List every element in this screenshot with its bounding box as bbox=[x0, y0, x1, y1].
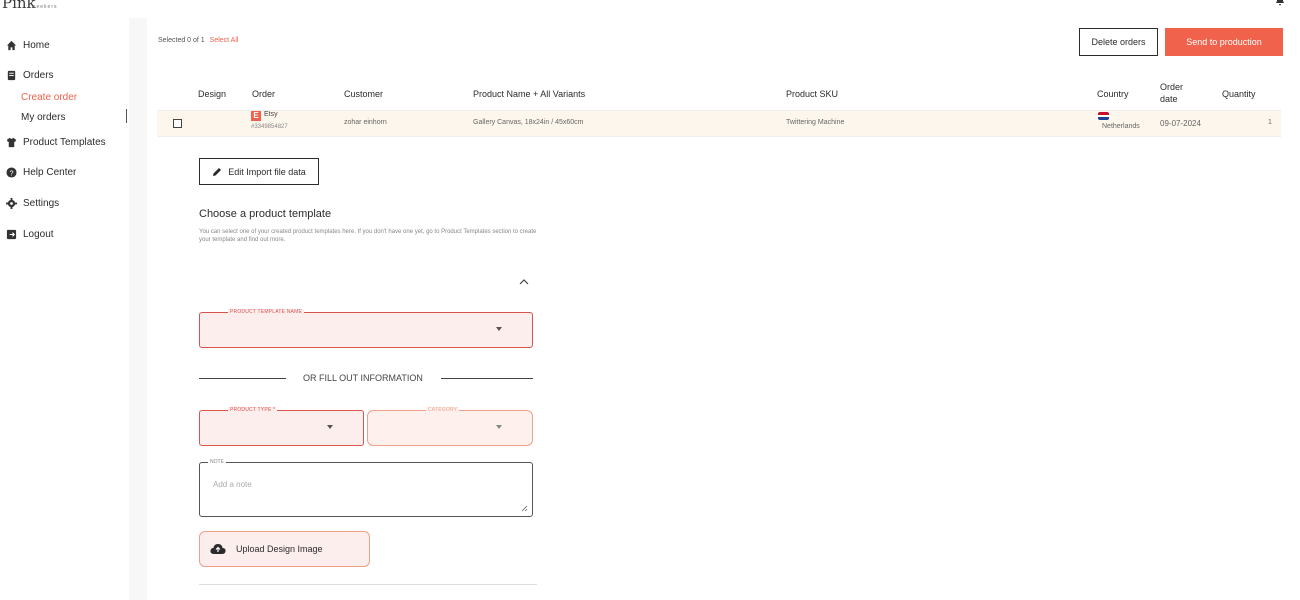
top-bar: Pink seekers bbox=[0, 0, 1300, 18]
divider-right bbox=[441, 378, 533, 379]
active-indicator bbox=[126, 109, 127, 123]
sidebar-item-label: Settings bbox=[23, 198, 60, 209]
product-type-label: PRODUCT TYPE * bbox=[228, 407, 278, 413]
note-field[interactable]: NOTE bbox=[199, 459, 533, 517]
country: Netherlands bbox=[1102, 123, 1140, 130]
sidebar-item-settings[interactable]: Settings bbox=[6, 198, 59, 209]
section-title: Choose a product template bbox=[199, 208, 332, 220]
sidebar-item-product-templates[interactable]: Product Templates bbox=[6, 137, 106, 148]
sidebar-item-label: Home bbox=[23, 40, 50, 51]
tshirt-icon bbox=[6, 137, 17, 148]
product-name: Gallery Canvas, 18x24in / 45x60cm bbox=[473, 119, 584, 126]
row-checkbox[interactable] bbox=[173, 119, 182, 128]
edit-import-button[interactable]: Edit Import file data bbox=[199, 158, 319, 185]
gear-icon bbox=[6, 198, 17, 209]
pencil-icon bbox=[213, 167, 222, 176]
selection-status: Selected 0 of 1 Select All bbox=[158, 37, 238, 44]
logout-icon bbox=[6, 229, 17, 240]
bell-icon[interactable] bbox=[1274, 0, 1286, 6]
header-order-date-line2[interactable]: date bbox=[1160, 94, 1178, 104]
send-to-production-button[interactable]: Send to production bbox=[1165, 28, 1283, 56]
orders-icon bbox=[7, 70, 16, 81]
edit-import-label: Edit Import file data bbox=[228, 166, 306, 177]
sidebar: Home Orders Create order My orders Produ… bbox=[0, 18, 129, 600]
sidebar-item-help-center[interactable]: ? Help Center bbox=[6, 167, 76, 178]
divider-bottom bbox=[199, 584, 537, 585]
header-product-name[interactable]: Product Name + All Variants bbox=[473, 89, 585, 99]
home-icon bbox=[6, 40, 17, 51]
or-fill-label: OR FILL OUT INFORMATION bbox=[303, 373, 423, 383]
quantity: 1 bbox=[1268, 119, 1272, 126]
product-template-label: PRODUCT TEMPLATE NAME bbox=[228, 309, 304, 315]
upload-design-button[interactable]: Upload Design Image bbox=[199, 531, 370, 567]
help-icon: ? bbox=[6, 167, 17, 178]
chevron-down-icon bbox=[496, 425, 502, 429]
sidebar-item-label: Logout bbox=[23, 229, 54, 240]
sidebar-item-logout[interactable]: Logout bbox=[6, 229, 54, 240]
logo[interactable]: Pink bbox=[2, 0, 36, 12]
select-all-link[interactable]: Select All bbox=[210, 37, 239, 44]
product-sku: Twittering Machine bbox=[786, 119, 845, 126]
sidebar-item-label: Product Templates bbox=[23, 137, 106, 148]
selected-count: Selected 0 of 1 bbox=[158, 37, 205, 44]
chevron-down-icon bbox=[496, 327, 502, 331]
header-quantity[interactable]: Quantity bbox=[1222, 89, 1256, 99]
order-date: 09-07-2024 bbox=[1160, 119, 1201, 128]
sidebar-item-my-orders[interactable]: My orders bbox=[21, 112, 65, 123]
chevron-up-icon[interactable] bbox=[519, 278, 529, 286]
svg-text:?: ? bbox=[9, 168, 13, 177]
header-order[interactable]: Order bbox=[252, 89, 275, 99]
top-right-controls bbox=[1226, 0, 1286, 8]
netherlands-flag-icon bbox=[1098, 112, 1109, 120]
header-product-sku[interactable]: Product SKU bbox=[786, 89, 838, 99]
category-label: CATEGORY bbox=[426, 407, 460, 413]
header-country[interactable]: Country bbox=[1097, 89, 1129, 99]
sidebar-item-label: Help Center bbox=[23, 167, 77, 178]
sidebar-item-create-order[interactable]: Create order bbox=[21, 92, 77, 103]
category-select[interactable]: CATEGORY bbox=[367, 407, 533, 446]
cloud-upload-icon bbox=[210, 544, 226, 554]
sidebar-item-home[interactable]: Home bbox=[6, 40, 50, 51]
product-template-select[interactable]: PRODUCT TEMPLATE NAME bbox=[199, 309, 533, 348]
customer-name: zohar einhorn bbox=[344, 119, 387, 126]
resize-handle-icon[interactable] bbox=[521, 505, 528, 512]
divider-left bbox=[199, 378, 286, 379]
order-number[interactable]: #3349854827 bbox=[251, 124, 288, 130]
sidebar-item-label: Orders bbox=[23, 70, 54, 81]
main-content: Selected 0 of 1 Select All Delete orders… bbox=[147, 18, 1300, 600]
note-input[interactable] bbox=[213, 480, 513, 489]
order-source: Etsy bbox=[264, 111, 278, 118]
etsy-icon: E bbox=[251, 111, 261, 121]
note-label: NOTE bbox=[208, 459, 226, 465]
product-type-select[interactable]: PRODUCT TYPE * bbox=[199, 407, 364, 446]
sidebar-item-orders[interactable]: Orders bbox=[6, 70, 54, 81]
section-description: You can select one of your created produ… bbox=[199, 229, 537, 243]
header-order-date-line1[interactable]: Order bbox=[1160, 82, 1183, 92]
header-design[interactable]: Design bbox=[198, 89, 226, 99]
upload-label: Upload Design Image bbox=[236, 544, 323, 554]
chevron-down-icon bbox=[327, 425, 333, 429]
delete-orders-button[interactable]: Delete orders bbox=[1079, 28, 1158, 56]
logo-subtitle: seekers bbox=[33, 4, 58, 10]
header-customer[interactable]: Customer bbox=[344, 89, 383, 99]
